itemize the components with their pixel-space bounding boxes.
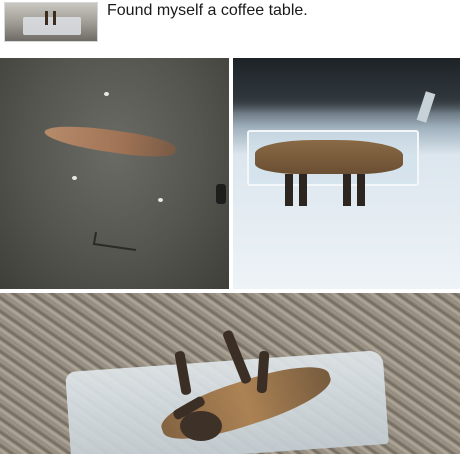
animal-head xyxy=(180,411,222,441)
debris-speck xyxy=(72,176,77,180)
upside-down-animal-ice-photo xyxy=(0,293,460,454)
debris-speck xyxy=(158,198,163,202)
thumbnail-leg xyxy=(45,11,48,25)
animal-leg xyxy=(299,174,307,206)
animal-leg xyxy=(343,174,351,206)
post-header: Found myself a coffee table. xyxy=(0,0,460,52)
thumbnail-ice-block xyxy=(23,17,81,35)
debris-speck xyxy=(104,92,109,96)
frozen-animal-body xyxy=(255,140,403,174)
dark-object xyxy=(216,184,226,204)
preview-thumbnail[interactable] xyxy=(4,2,98,42)
murky-water-photo xyxy=(0,58,229,289)
post-caption: Found myself a coffee table. xyxy=(107,2,308,19)
thumbnail-leg xyxy=(53,11,56,25)
animal-leg xyxy=(357,174,365,206)
fish-under-ice xyxy=(43,120,177,162)
snow-ice-animal-photo xyxy=(233,58,460,289)
twig-shape xyxy=(92,231,137,251)
animal-leg xyxy=(285,174,293,206)
